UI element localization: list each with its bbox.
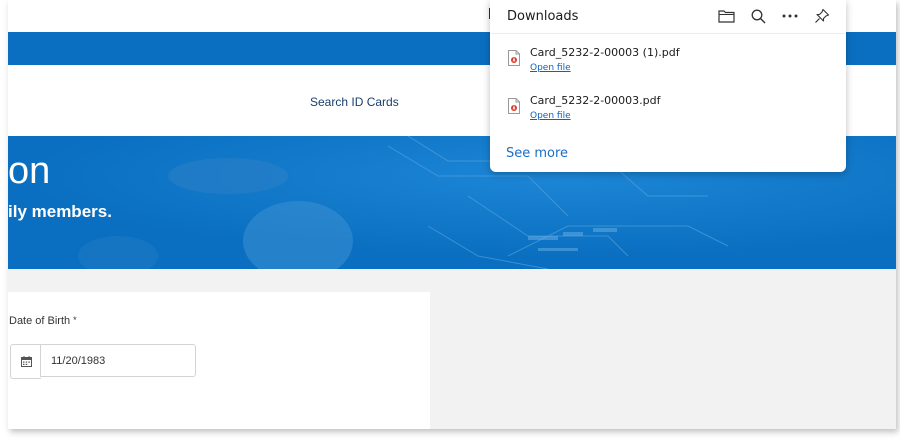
download-filename: Card_5232-2-00003 (1).pdf	[530, 46, 680, 59]
downloads-title: Downloads	[507, 9, 579, 24]
pdf-file-icon	[508, 50, 520, 66]
dob-label: Date of Birth *	[9, 315, 77, 327]
pin-panel-button[interactable]	[812, 6, 832, 26]
search-icon	[751, 9, 765, 23]
download-item[interactable]: Card_5232-2-00003 (1).pdf Open file	[490, 44, 846, 90]
download-item[interactable]: Card_5232-2-00003.pdf Open file	[490, 92, 846, 138]
hero-subtitle: ily members.	[8, 202, 112, 221]
header-divider	[490, 33, 846, 34]
calendar-icon	[20, 356, 32, 367]
open-file-link[interactable]: Open file	[530, 63, 571, 73]
open-folder-button[interactable]	[716, 6, 736, 26]
required-asterisk: *	[73, 315, 77, 325]
hero-title: on	[8, 150, 51, 192]
downloads-panel: Downloads Card_5232-2-00003 (1).pdf Open…	[490, 0, 846, 172]
download-filename: Card_5232-2-00003.pdf	[530, 94, 661, 107]
see-more-link[interactable]: See more	[506, 146, 568, 161]
pdf-file-icon	[508, 98, 520, 114]
calendar-button[interactable]	[10, 344, 41, 379]
more-options-button[interactable]	[780, 6, 800, 26]
open-file-link[interactable]: Open file	[530, 111, 571, 121]
folder-icon	[717, 10, 735, 23]
nav-search-id-cards[interactable]: Search ID Cards	[310, 95, 399, 109]
search-downloads-button[interactable]	[748, 6, 768, 26]
dob-input[interactable]	[40, 344, 196, 377]
dob-label-text: Date of Birth	[9, 315, 71, 327]
more-icon	[782, 14, 798, 18]
pin-icon	[815, 8, 830, 23]
